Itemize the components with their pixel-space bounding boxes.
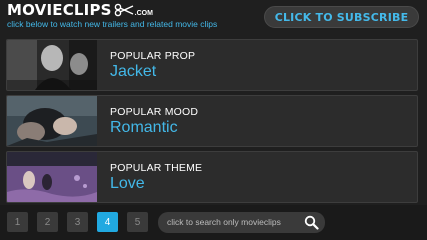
row-value: Jacket bbox=[110, 63, 157, 80]
row-kicker: POPULAR PROP bbox=[110, 50, 196, 62]
scissors-icon bbox=[114, 3, 133, 17]
search-placeholder: click to search only movieclips bbox=[167, 217, 281, 227]
subscribe-label: CLICK TO SUBSCRIBE bbox=[274, 10, 409, 24]
thumbnail-image bbox=[7, 152, 97, 202]
search-icon[interactable] bbox=[304, 215, 319, 230]
page-button-4[interactable]: 4 bbox=[97, 212, 118, 232]
page-button-1[interactable]: 1 bbox=[7, 212, 28, 232]
list-item-popular-mood[interactable]: POPULAR MOOD Romantic bbox=[6, 95, 418, 147]
subscribe-button[interactable]: CLICK TO SUBSCRIBE bbox=[264, 6, 419, 28]
page-button-5[interactable]: 5 bbox=[127, 212, 148, 232]
header: MOVIECLIPS .COM click below to watch new… bbox=[0, 0, 427, 34]
logo[interactable]: MOVIECLIPS .COM bbox=[7, 2, 153, 19]
row-value: Romantic bbox=[110, 119, 178, 136]
page-button-3[interactable]: 3 bbox=[67, 212, 88, 232]
thumbnail-image bbox=[7, 40, 97, 90]
page-button-2[interactable]: 2 bbox=[37, 212, 58, 232]
bottom-bar: 1 2 3 4 5 click to search only movieclip… bbox=[0, 205, 427, 240]
thumbnail-image bbox=[7, 96, 97, 146]
logo-suffix: .COM bbox=[134, 10, 153, 17]
row-kicker: POPULAR THEME bbox=[110, 162, 203, 174]
logo-text: MOVIECLIPS bbox=[7, 1, 112, 19]
list-item-popular-theme[interactable]: POPULAR THEME Love bbox=[6, 151, 418, 203]
row-kicker: POPULAR MOOD bbox=[110, 106, 199, 118]
row-value: Love bbox=[110, 175, 145, 192]
list-item-popular-prop[interactable]: POPULAR PROP Jacket bbox=[6, 39, 418, 91]
search-input[interactable]: click to search only movieclips bbox=[158, 212, 325, 233]
tagline: click below to watch new trailers and re… bbox=[7, 19, 218, 29]
